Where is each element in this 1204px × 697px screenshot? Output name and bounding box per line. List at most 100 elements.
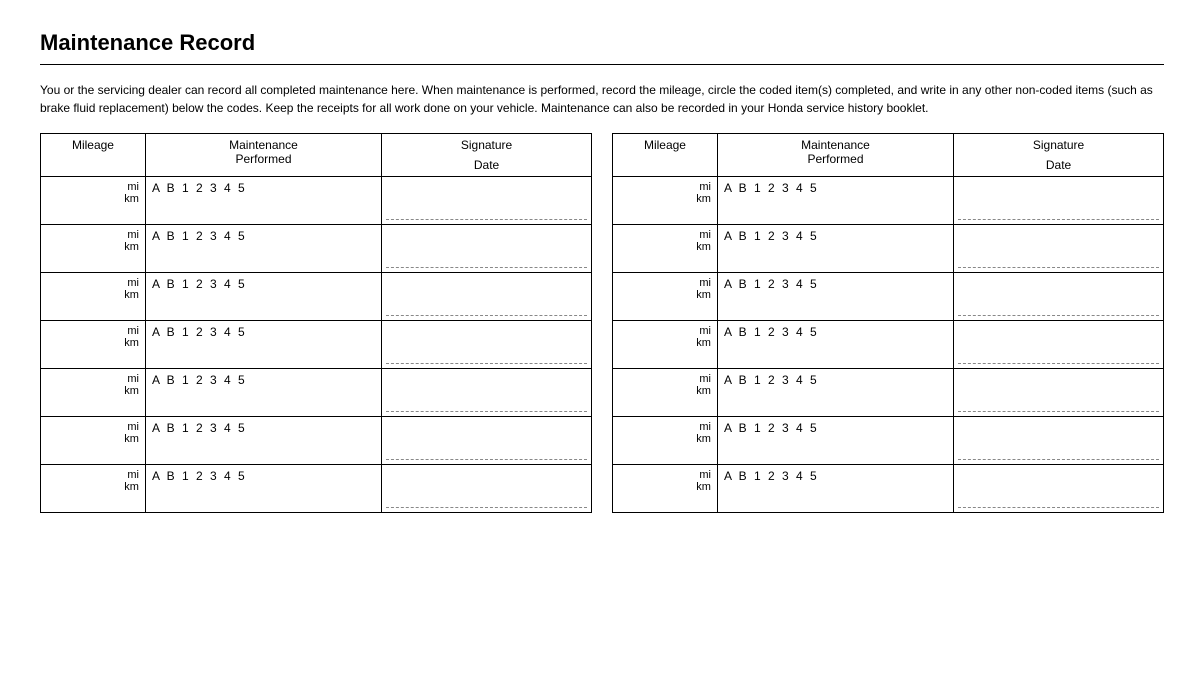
table-row: mikmA B 1 2 3 4 5	[41, 177, 592, 225]
table-row: mikmA B 1 2 3 4 5	[41, 369, 592, 417]
km-label: km	[124, 433, 139, 445]
codes-cell: A B 1 2 3 4 5	[717, 321, 953, 369]
mi-label: mi	[699, 229, 711, 241]
table-row: mikmA B 1 2 3 4 5	[613, 225, 1164, 273]
mi-label: mi	[127, 229, 139, 241]
codes-cell: A B 1 2 3 4 5	[145, 465, 381, 513]
codes-cell: A B 1 2 3 4 5	[145, 417, 381, 465]
left-mileage-header: Mileage	[41, 134, 146, 177]
signature-cell[interactable]	[382, 225, 592, 273]
mileage-cell: mikm	[41, 465, 146, 513]
km-label: km	[124, 481, 139, 493]
mileage-cell: mikm	[41, 273, 146, 321]
mi-label: mi	[699, 421, 711, 433]
mileage-cell: mikm	[613, 225, 718, 273]
mi-label: mi	[699, 373, 711, 385]
mileage-cell: mikm	[41, 321, 146, 369]
left-table: Mileage MaintenancePerformed Signature D…	[40, 133, 592, 513]
codes-cell: A B 1 2 3 4 5	[145, 369, 381, 417]
codes-cell: A B 1 2 3 4 5	[145, 177, 381, 225]
mi-label: mi	[699, 325, 711, 337]
left-table-header: Mileage MaintenancePerformed Signature D…	[41, 134, 592, 177]
table-row: mikmA B 1 2 3 4 5	[613, 177, 1164, 225]
codes-cell: A B 1 2 3 4 5	[145, 273, 381, 321]
codes-cell: A B 1 2 3 4 5	[717, 417, 953, 465]
table-row: mikmA B 1 2 3 4 5	[613, 321, 1164, 369]
signature-cell[interactable]	[954, 273, 1164, 321]
codes-cell: A B 1 2 3 4 5	[145, 225, 381, 273]
page-title: Maintenance Record	[40, 30, 1164, 56]
sig-label: Signature	[388, 138, 585, 152]
left-maintenance-header: MaintenancePerformed	[145, 134, 381, 177]
right-signature-header: Signature Date	[954, 134, 1164, 177]
km-label: km	[124, 241, 139, 253]
km-label: km	[124, 337, 139, 349]
right-table-header: Mileage MaintenancePerformed Signature D…	[613, 134, 1164, 177]
mileage-cell: mikm	[41, 417, 146, 465]
mileage-cell: mikm	[41, 225, 146, 273]
mileage-cell: mikm	[41, 177, 146, 225]
km-label: km	[124, 385, 139, 397]
table-row: mikmA B 1 2 3 4 5	[613, 465, 1164, 513]
signature-cell[interactable]	[382, 417, 592, 465]
codes-cell: A B 1 2 3 4 5	[717, 225, 953, 273]
tables-wrapper: Mileage MaintenancePerformed Signature D…	[40, 133, 1164, 513]
table-row: mikmA B 1 2 3 4 5	[41, 225, 592, 273]
km-label: km	[696, 433, 711, 445]
codes-cell: A B 1 2 3 4 5	[717, 273, 953, 321]
mi-label: mi	[699, 469, 711, 481]
signature-cell[interactable]	[954, 465, 1164, 513]
mileage-cell: mikm	[613, 273, 718, 321]
table-row: mikmA B 1 2 3 4 5	[613, 417, 1164, 465]
km-label: km	[124, 289, 139, 301]
intro-text: You or the servicing dealer can record a…	[40, 81, 1164, 117]
sig-label-r: Signature	[960, 138, 1157, 152]
left-signature-header: Signature Date	[382, 134, 592, 177]
mi-label: mi	[699, 277, 711, 289]
table-row: mikmA B 1 2 3 4 5	[41, 465, 592, 513]
date-label: Date	[388, 158, 585, 172]
km-label: km	[696, 193, 711, 205]
mileage-cell: mikm	[613, 465, 718, 513]
mi-label: mi	[127, 373, 139, 385]
signature-cell[interactable]	[954, 369, 1164, 417]
signature-cell[interactable]	[382, 321, 592, 369]
mileage-cell: mikm	[613, 417, 718, 465]
signature-cell[interactable]	[382, 369, 592, 417]
table-row: mikmA B 1 2 3 4 5	[41, 321, 592, 369]
mi-label: mi	[127, 181, 139, 193]
mi-label: mi	[127, 421, 139, 433]
signature-cell[interactable]	[382, 177, 592, 225]
right-mileage-header: Mileage	[613, 134, 718, 177]
km-label: km	[696, 241, 711, 253]
mileage-cell: mikm	[613, 321, 718, 369]
right-maintenance-header: MaintenancePerformed	[717, 134, 953, 177]
mileage-cell: mikm	[613, 177, 718, 225]
table-row: mikmA B 1 2 3 4 5	[41, 273, 592, 321]
table-row: mikmA B 1 2 3 4 5	[613, 273, 1164, 321]
mi-label: mi	[127, 277, 139, 289]
signature-cell[interactable]	[382, 465, 592, 513]
signature-cell[interactable]	[954, 225, 1164, 273]
table-row: mikmA B 1 2 3 4 5	[41, 417, 592, 465]
codes-cell: A B 1 2 3 4 5	[717, 369, 953, 417]
codes-cell: A B 1 2 3 4 5	[145, 321, 381, 369]
signature-cell[interactable]	[954, 321, 1164, 369]
title-divider	[40, 64, 1164, 65]
km-label: km	[696, 385, 711, 397]
mi-label: mi	[127, 325, 139, 337]
km-label: km	[696, 289, 711, 301]
signature-cell[interactable]	[382, 273, 592, 321]
mi-label: mi	[127, 469, 139, 481]
mileage-cell: mikm	[613, 369, 718, 417]
right-table: Mileage MaintenancePerformed Signature D…	[612, 133, 1164, 513]
codes-cell: A B 1 2 3 4 5	[717, 177, 953, 225]
km-label: km	[696, 337, 711, 349]
mileage-cell: mikm	[41, 369, 146, 417]
signature-cell[interactable]	[954, 417, 1164, 465]
mi-label: mi	[699, 181, 711, 193]
km-label: km	[124, 193, 139, 205]
km-label: km	[696, 481, 711, 493]
date-label-r: Date	[960, 158, 1157, 172]
signature-cell[interactable]	[954, 177, 1164, 225]
